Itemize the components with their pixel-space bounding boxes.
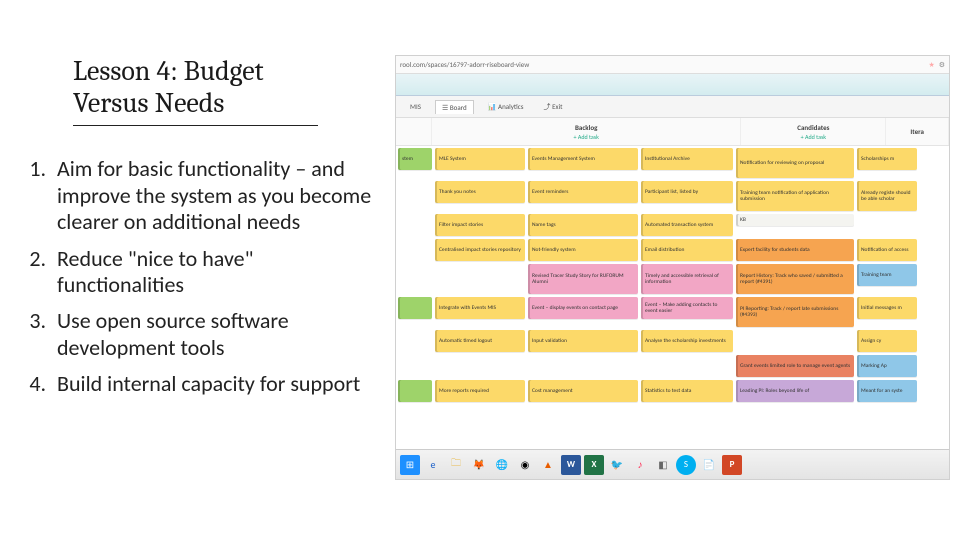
card[interactable]: Grant events limited role to manage even… [736, 355, 854, 377]
card[interactable]: Automated transaction system [641, 214, 733, 236]
itunes-icon[interactable]: ♪ [630, 455, 650, 475]
card[interactable]: Training team [857, 264, 917, 286]
card[interactable]: Initial messages m [857, 297, 917, 319]
card[interactable]: Cost management [528, 380, 638, 402]
card[interactable]: Automatic timed logout [435, 330, 525, 352]
excel-icon[interactable]: X [584, 455, 604, 475]
card[interactable]: More reports required [435, 380, 525, 402]
powerpoint-icon[interactable]: P [722, 455, 742, 475]
card[interactable]: Already registe should be able scholar [857, 181, 917, 211]
column-backlog: Backlog + Add task [432, 118, 741, 145]
card[interactable]: Filter impact stories [435, 214, 525, 236]
card[interactable]: Event reminders [528, 181, 638, 203]
list-item: Build internal capacity for support [51, 371, 380, 397]
card[interactable]: PI Reporting: Track / report late submis… [736, 297, 854, 327]
toolbar: MIS ☰ Board 📊 Analytics ⤴ Exit [396, 96, 949, 118]
card[interactable]: Notification for reviewing on proposal [736, 148, 854, 178]
browser-icon[interactable]: 🌐 [492, 455, 512, 475]
card[interactable]: Assign cy [857, 330, 917, 352]
card[interactable]: Revised Tracer Study Story for RUFORUM A… [528, 264, 638, 294]
card[interactable]: Marking Ap [857, 355, 917, 377]
card[interactable]: Centralised impact stories repository [435, 239, 525, 261]
card[interactable]: Thank you notes [435, 181, 525, 203]
word-icon[interactable]: W [561, 455, 581, 475]
card[interactable]: Statistics to test data [641, 380, 733, 402]
card[interactable]: MLE System [435, 148, 525, 170]
title-line-2: Versus Needs [73, 87, 224, 119]
card[interactable]: Input validation [528, 330, 638, 352]
add-task-link[interactable]: + Add task [574, 133, 599, 141]
card[interactable]: stem [398, 148, 432, 170]
card[interactable]: Analyse the scholarship investments [641, 330, 733, 352]
card[interactable]: Timely and accessible retrieval of infor… [641, 264, 733, 294]
list-item: Aim for basic functionality – and improv… [51, 156, 380, 235]
card[interactable]: Notification of access [857, 239, 917, 261]
card[interactable]: Email distribution [641, 239, 733, 261]
board-columns: Backlog + Add task Candidates + Add task… [396, 118, 949, 146]
card[interactable] [398, 380, 432, 402]
chrome-icon[interactable]: ◉ [515, 455, 535, 475]
start-icon[interactable]: ⊞ [400, 455, 420, 475]
pdf-icon[interactable]: 📄 [699, 455, 719, 475]
card[interactable]: Scholarships m [857, 148, 917, 170]
list-item: Reduce "nice to have" functionalities [51, 246, 380, 299]
title-underline [73, 125, 318, 126]
explorer-icon[interactable]: 🗀 [446, 455, 466, 475]
twitter-icon[interactable]: 🐦 [607, 455, 627, 475]
tab-exit[interactable]: ⤴ Exit [538, 100, 569, 114]
card[interactable]: Report History: Track who saved / submit… [736, 264, 854, 294]
title-line-1: Lesson 4: Budget [73, 55, 264, 87]
column-candidates: Candidates + Add task [741, 118, 886, 145]
url-text: rool.com/spaces/16797-adorr-riseboard-vi… [400, 60, 924, 69]
card[interactable]: Meant for an syste [857, 380, 917, 402]
taskbar: ⊞ e 🗀 🦊 🌐 ◉ ▲ W X 🐦 ♪ ◧ S 📄 P [396, 449, 949, 479]
vlc-icon[interactable]: ▲ [538, 455, 558, 475]
app-screenshot: rool.com/spaces/16797-adorr-riseboard-vi… [395, 55, 950, 480]
card[interactable]: Institutional Archive [641, 148, 733, 170]
address-bar: rool.com/spaces/16797-adorr-riseboard-vi… [396, 56, 949, 74]
tab-board[interactable]: ☰ Board [435, 100, 474, 114]
tab-mis[interactable]: MIS [404, 100, 427, 113]
card[interactable]: Event – Make adding contacts to event ea… [641, 297, 733, 319]
column-itera: Itera [886, 118, 949, 145]
kanban-board: stem MLE System Events Management System… [396, 146, 949, 407]
column-spacer [396, 118, 432, 145]
card[interactable]: Events Management System [528, 148, 638, 170]
card[interactable] [398, 297, 432, 319]
card[interactable]: Leading PI: Roles beyond life of [736, 380, 854, 402]
card[interactable]: Not-friendly system [528, 239, 638, 261]
card[interactable]: Event – display events on contact page [528, 297, 638, 319]
star-icon: ★ [928, 60, 934, 69]
card[interactable]: Training team notification of applicatio… [736, 181, 854, 211]
card[interactable]: Integrate with Events MIS [435, 297, 525, 319]
tab-analytics[interactable]: 📊 Analytics [482, 100, 530, 113]
card[interactable]: Participant list, listed by [641, 181, 733, 203]
app-icon[interactable]: ◧ [653, 455, 673, 475]
add-task-link[interactable]: + Add task [801, 133, 826, 141]
ie-icon[interactable]: e [423, 455, 443, 475]
card[interactable]: Expert facility for students data [736, 239, 854, 261]
slide-title: Lesson 4: Budget Versus Needs [73, 55, 380, 119]
firefox-icon[interactable]: 🦊 [469, 455, 489, 475]
list-item: Use open source software development too… [51, 308, 380, 361]
card[interactable]: KB [736, 214, 854, 226]
card[interactable]: Name tags [528, 214, 638, 236]
bullet-list: Aim for basic functionality – and improv… [15, 156, 380, 397]
skype-icon[interactable]: S [676, 455, 696, 475]
app-banner [396, 74, 949, 96]
gear-icon: ⚙ [939, 60, 945, 69]
